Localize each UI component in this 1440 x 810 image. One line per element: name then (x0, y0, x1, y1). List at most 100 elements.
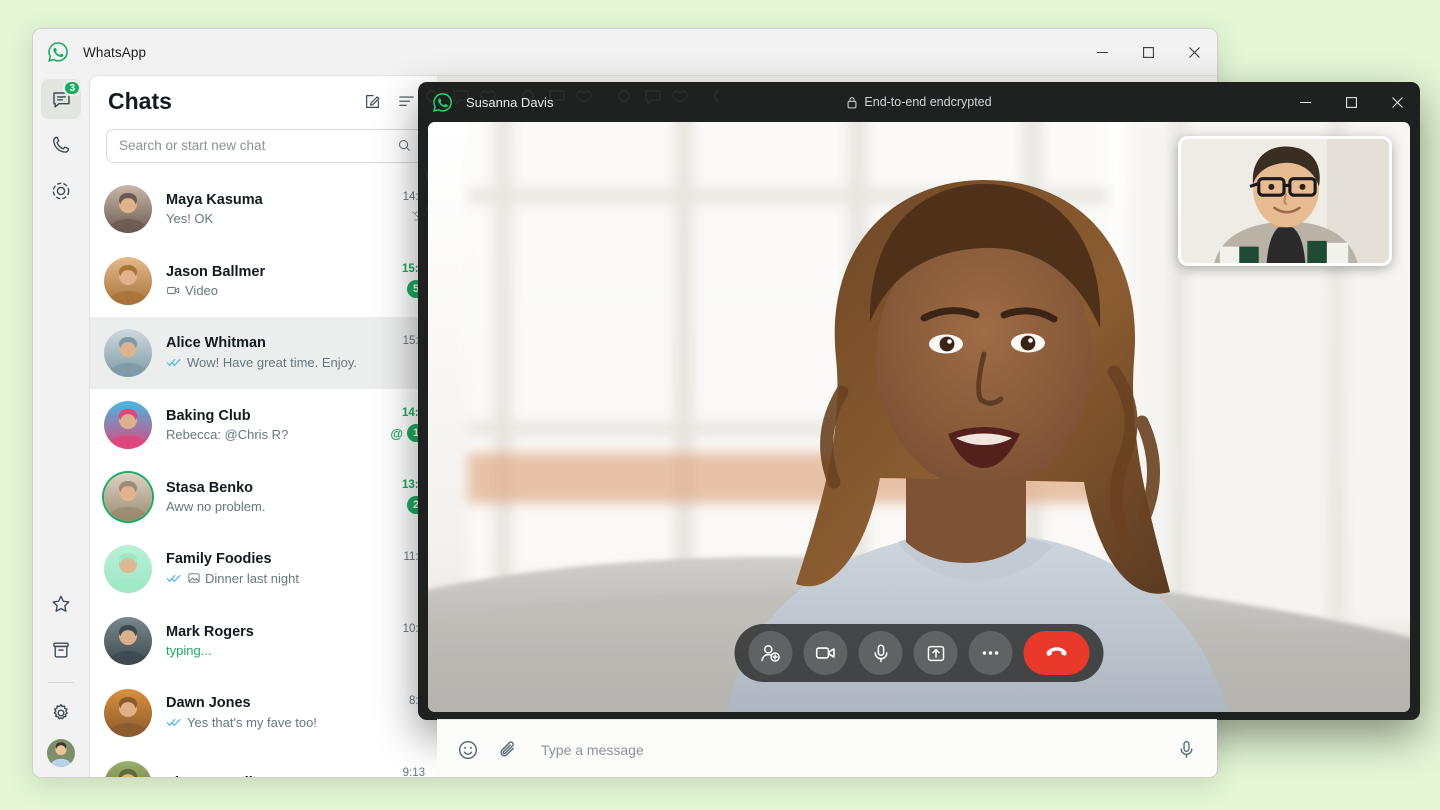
more-options-button[interactable] (968, 631, 1013, 675)
whatsapp-logo-icon (432, 92, 453, 113)
chat-list-item[interactable]: Dawn Jones Yes that's my fave too! 8:3 (90, 677, 437, 749)
share-screen-button[interactable] (913, 631, 958, 675)
toggle-mic-button[interactable] (858, 631, 903, 675)
chat-timestamp: 9:13 (402, 767, 425, 778)
status-circles-icon (52, 182, 70, 200)
video-call-window: Susanna Davis End-to-end endcrypted (418, 82, 1420, 720)
chat-preview-text: Yes! OK (166, 210, 214, 226)
call-window-controls (1282, 82, 1420, 122)
chat-preview-text: Video (185, 282, 219, 298)
video-stage (428, 122, 1410, 712)
end-call-handset-icon (1045, 641, 1069, 665)
chat-preview-text: typing... (166, 642, 212, 658)
ellipsis-icon (980, 642, 1002, 664)
avatar (104, 688, 152, 737)
chat-list-item[interactable]: Ziggy Woodley 9:13 (90, 749, 437, 778)
nav-rail: 3 (33, 75, 89, 777)
page-title: Chats (108, 87, 172, 114)
screen-share-icon (925, 643, 946, 664)
chat-list-item[interactable]: Mark Rogers typing... 10:5 (90, 605, 437, 677)
chat-preview-message: Wow! Have great time. Enjoy. (166, 354, 373, 371)
chat-item-text: Family Foodies Dinner last night (166, 551, 373, 587)
avatar (104, 544, 152, 593)
sidebar-item-status[interactable] (41, 171, 81, 211)
chat-contact-name: Dawn Jones (166, 694, 251, 711)
close-button[interactable] (1171, 29, 1217, 75)
chat-list-header: Chats (90, 76, 437, 127)
add-participant-button[interactable] (748, 631, 793, 675)
chat-list-item[interactable]: Stasa Benko Aww no problem. 13:5 2 (90, 461, 437, 533)
message-input[interactable] (541, 741, 1159, 758)
star-icon (52, 595, 70, 612)
chat-item-text: Mark Rogers typing... (166, 624, 373, 658)
chat-item-text: Alice Whitman Wow! Have great time. Enjoy… (166, 335, 373, 371)
compose-pencil-icon (365, 94, 379, 108)
self-view-pip[interactable] (1178, 136, 1392, 266)
chat-list-item[interactable]: Jason Ballmer Video 15:2 5 (90, 245, 437, 317)
chat-list-item[interactable]: Family Foodies Dinner last night 11:2 (90, 533, 437, 605)
filter-lines-icon (398, 96, 414, 106)
chat-contact-name: Alice Whitman (166, 334, 266, 351)
call-minimize-button[interactable] (1282, 82, 1328, 122)
chat-list-panel: Chats Search or start new chat Maya Kasu… (89, 75, 437, 778)
paperclip-icon[interactable] (495, 737, 521, 763)
chat-preview-text: Rebecca: @Chris R? (166, 426, 289, 442)
chat-item-text: Stasa Benko Aww no problem. (166, 480, 373, 514)
chat-item-text: Baking Club Rebecca: @Chris R? (166, 408, 373, 442)
sidebar-item-calls[interactable] (41, 125, 81, 165)
chat-list-item[interactable]: Maya Kasuma Yes! OK 14:5 (90, 173, 437, 245)
encryption-text: End-to-end endcrypted (864, 95, 992, 109)
sidebar-item-archived[interactable] (41, 630, 81, 670)
mention-icon: @ (390, 425, 403, 441)
encryption-indicator: End-to-end endcrypted (418, 82, 1420, 122)
end-call-button[interactable] (1023, 631, 1090, 675)
chat-item-text: Ziggy Woodley (166, 775, 373, 777)
chat-list-item[interactable]: Alice Whitman Wow! Have great time. Enjoy… (90, 316, 437, 389)
avatar (104, 472, 152, 521)
chat-item-meta: 9:13 (373, 767, 425, 778)
emoji-smiley-icon[interactable] (455, 737, 481, 763)
search-input[interactable] (119, 138, 397, 154)
microphone-icon (870, 643, 891, 664)
sidebar-item-starred[interactable] (41, 584, 81, 624)
chat-item-text: Dawn Jones Yes that's my fave too! (166, 695, 373, 731)
chat-preview-message: Dinner last night (166, 570, 373, 587)
main-window-controls (1079, 29, 1217, 75)
chat-preview-text: Wow! Have great time. Enjoy. (187, 354, 358, 370)
double-check-icon (166, 714, 183, 731)
main-titlebar: WhatsApp (33, 29, 1217, 75)
avatar (104, 400, 152, 449)
chat-list-item[interactable]: Baking Club Rebecca: @Chris R? 14:4 @1 (90, 389, 437, 461)
maximize-button[interactable] (1125, 29, 1171, 75)
double-check-icon (166, 354, 183, 371)
new-chat-button[interactable] (355, 84, 389, 118)
call-maximize-button[interactable] (1328, 82, 1374, 122)
sidebar-item-settings[interactable] (41, 693, 81, 733)
call-peer-name: Susanna Davis (466, 94, 554, 110)
toggle-camera-button[interactable] (803, 631, 848, 675)
whatsapp-logo-icon (47, 41, 69, 63)
lock-icon (847, 96, 857, 108)
microphone-icon[interactable] (1173, 737, 1199, 763)
chat-item-text: Jason Ballmer Video (166, 264, 373, 298)
chat-preview-message: Rebecca: @Chris R? (166, 427, 373, 442)
chat-list[interactable]: Maya Kasuma Yes! OK 14:5 Jason Ballmer Video… (90, 173, 437, 778)
call-close-button[interactable] (1374, 82, 1420, 122)
call-titlebar: Susanna Davis End-to-end endcrypted (418, 82, 1420, 122)
chat-preview-text: Aww no problem. (166, 498, 266, 514)
search-section (90, 127, 437, 173)
minimize-button[interactable] (1079, 29, 1125, 75)
gear-icon (53, 703, 68, 720)
app-title: WhatsApp (83, 44, 147, 60)
avatar (104, 256, 152, 305)
video-camera-icon (166, 283, 181, 298)
chat-preview-message: Yes that's my fave too! (166, 714, 373, 731)
video-camera-icon (815, 642, 837, 664)
chat-preview-message: Aww no problem. (166, 499, 373, 514)
avatar[interactable] (47, 739, 75, 767)
avatar (104, 616, 152, 665)
search-box[interactable] (106, 128, 423, 163)
add-person-icon (760, 642, 782, 664)
chat-item-text: Maya Kasuma Yes! OK (166, 192, 373, 226)
sidebar-item-chats[interactable]: 3 (41, 79, 81, 119)
